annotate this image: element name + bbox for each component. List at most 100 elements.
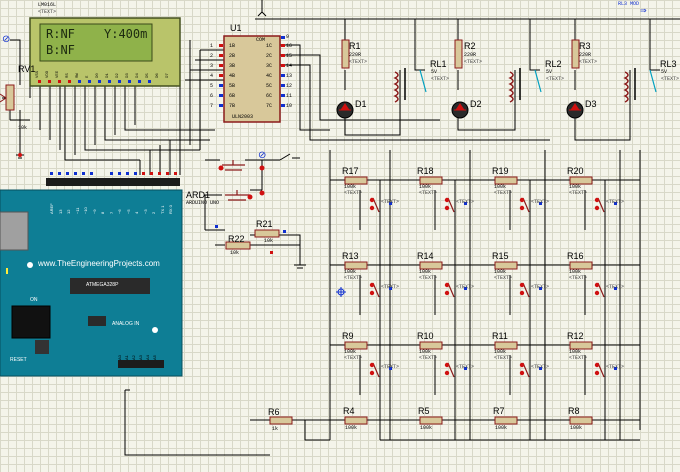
u1-left-num: 6 [210,93,214,99]
matrix-resistor-label: R20 [567,166,584,176]
r6-value: 1k [272,426,279,432]
ard-dig-pin: TX 1 [159,205,165,214]
ard-dig-pin: 4 [134,211,139,214]
ard-ana-pin: A1 [124,355,129,360]
lcd-pin-label: VDD [46,70,50,78]
lcd-pin-label: D4 [136,73,140,78]
u1-right-pin: 7C [266,103,273,109]
switch-contact [444,205,450,211]
matrix-resistor-label: R16 [567,251,584,261]
u1-left-num: 5 [210,83,214,89]
u1-right-pin: 6C [266,93,273,99]
u1-left-pin: 2B [229,53,236,59]
relay-volt: 5V [661,69,668,75]
relay-resistor-label: R2 [464,41,476,51]
ard-dig-pin: ~9 [91,209,97,214]
relay-label: RL3 [660,59,677,69]
ard-dig-pin: 7 [108,211,114,214]
u1-pin9: 9 [286,34,290,40]
bottom-resistor-value: 100k [570,425,583,431]
ard-on: ON [30,297,38,303]
ard-dig-pin: AREF [49,203,54,214]
u1-left-num: 2 [210,53,214,59]
u1-left-pin: 3B [229,63,236,69]
ard-dig-pin: 12 [66,209,71,214]
u1-left-num: 1 [210,43,214,49]
ard-ana-pin: A4 [145,355,150,360]
matrix-resistor-label: R13 [342,251,359,261]
bottom-resistor-label: R8 [568,406,580,416]
switch-contact [369,205,375,211]
switch-text: <TEXT> [531,199,550,205]
ard-dig-pin: ~3 [142,209,148,214]
lcd-pin-label: D6 [156,73,160,78]
lcd-pin-labels: VSS VDD VEE RS RW E D0 D1 D2 D3 D4 D5 D6 D7 [36,66,176,80]
lcd-pin-label: RS [66,73,70,78]
lcd-line1-left: R:NF [46,27,75,41]
diode-label: D3 [585,99,597,109]
switch-contact [594,290,600,296]
bottom-resistor [419,416,443,425]
matrix-resistor-text: <TEXT> [419,275,438,281]
matrix-resistor [419,261,443,270]
switch-contact [519,205,525,211]
switch-text: <TEXT> [456,364,475,370]
relay-text: <TEXT> [431,76,450,82]
r22-value: 10k [230,250,240,256]
schematic-canvas[interactable]: LM016L <TEXT> RL3 MOD ⇒ R:NF Y:400m B:NF… [0,0,680,472]
switch-contact [519,197,525,203]
matrix-resistor-label: R15 [492,251,509,261]
matrix-resistor-label: R14 [417,251,434,261]
diode-label: D2 [470,99,482,109]
ard-dig-pin: ~11 [74,207,80,215]
arrow-icon: ⇒ [640,6,647,15]
r21-label: R21 [256,219,273,229]
lcd-line2: B:NF [46,43,75,57]
switch-contact [444,370,450,376]
matrix-resistor [569,341,593,350]
matrix-resistor-label: R19 [492,166,509,176]
relay-text: <TEXT> [546,76,565,82]
matrix-resistor [494,176,518,185]
u1-label: U1 [230,23,242,33]
ard-label: ARD1 [186,190,211,200]
matrix-resistor-text: <TEXT> [344,190,363,196]
u1-right-num: 11 [286,93,293,99]
switch-contact [594,205,600,211]
matrix-resistor-text: <TEXT> [344,275,363,281]
ard-watermark: www.TheEngineeringProjects.com [38,259,160,268]
switch-text: <TEXT> [456,284,475,290]
probe-icon: ⊘ [2,34,11,45]
lcd-pin-label: VSS [36,70,40,78]
ard-reset: RESET [10,357,27,363]
matrix-resistor [344,341,368,350]
right-mod-tag: RL3 MOD [618,1,640,7]
probe-icon-2: ⊘ [258,150,267,161]
ard-dig-pin: ~5 [125,209,131,214]
u1-right-num: 10 [286,103,293,109]
switch-contact [594,370,600,376]
matrix-resistor-label: R12 [567,331,584,341]
relay-resistor-text: <TEXT> [464,59,483,65]
ard-dig-pin: 8 [100,211,105,214]
relay-resistor-label: R3 [579,41,591,51]
lcd-pin-label: D5 [146,73,150,78]
u1-com: COM [256,37,266,43]
ard-dig-pin: ~10 [83,207,88,214]
ard-dig-pin: RX 0 [168,205,173,214]
switch-contact [519,290,525,296]
matrix-resistor [494,261,518,270]
relay-label: RL1 [430,59,447,69]
lcd-pin-label: VEE [56,70,60,78]
matrix-resistor-text: <TEXT> [569,275,588,281]
switch-contact [369,197,375,203]
relay-resistor-text: <TEXT> [349,59,368,65]
switch-contact [594,362,600,368]
ard-dig-pin: 13 [57,209,63,214]
u1-left-pin: 7B [229,103,236,109]
relay-resistor-text: <TEXT> [579,59,598,65]
bottom-resistor [344,416,368,425]
u1-right-num: 15 [286,53,293,59]
u1-left-pin: 1B [229,43,236,49]
lcd-pin-label: D7 [166,73,170,78]
